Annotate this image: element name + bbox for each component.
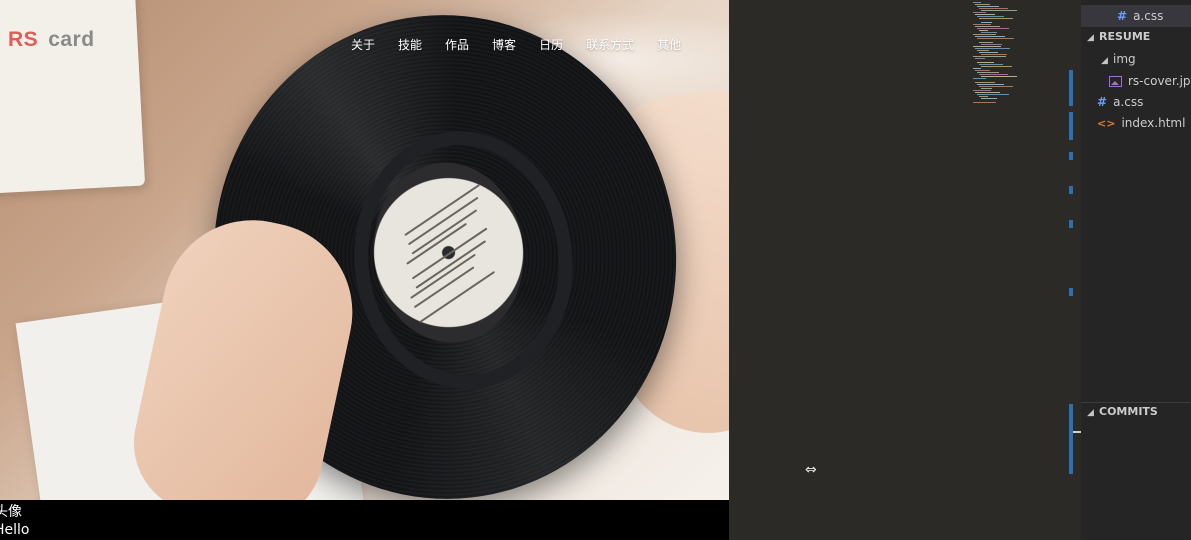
- minimap-line: [975, 36, 1005, 37]
- nav-item-blog[interactable]: 博客: [492, 36, 516, 53]
- minimap-line: [979, 42, 993, 43]
- tree-file-label: a.css: [1113, 95, 1144, 109]
- minimap-line: [981, 66, 1012, 67]
- minimap-line: [973, 78, 986, 79]
- minimap-line: [979, 8, 1008, 9]
- minimap-line: [975, 70, 990, 71]
- css-file-icon: #: [1097, 95, 1108, 109]
- scroll-marker: [1069, 152, 1073, 160]
- section-commits-label: COMMITS: [1099, 405, 1158, 418]
- minimap-line: [979, 64, 1003, 65]
- tree-file-rs-cover[interactable]: rs-cover.jpg: [1081, 70, 1191, 92]
- tree-folder-img[interactable]: ◢ img: [1081, 48, 1191, 70]
- scroll-marker: [1069, 186, 1073, 194]
- chevron-down-icon: ◢: [1101, 56, 1108, 66]
- minimap-line: [977, 94, 1009, 95]
- scrollbar[interactable]: [1069, 0, 1073, 540]
- chevron-down-icon: ◢: [1087, 33, 1094, 43]
- tree-file-a-css[interactable]: # a.css: [1081, 91, 1191, 113]
- html-file-icon: <>: [1097, 117, 1116, 130]
- section-resume-label: RESUME: [1099, 30, 1151, 43]
- code-editor[interactable]: ⇔: [729, 0, 1081, 540]
- explorer-sidebar: #a.css ◢RESUME ◢img rs-cover.jpg #a.css …: [1081, 0, 1191, 540]
- minimap-line: [979, 86, 1013, 87]
- nav-item-other[interactable]: 其他: [657, 36, 681, 53]
- minimap-line: [977, 50, 989, 51]
- logo-card-text: card: [48, 28, 95, 51]
- minimap-line: [979, 30, 988, 31]
- minimap-line: [973, 56, 1006, 57]
- minimap-line: [975, 48, 1010, 49]
- minimap-line: [977, 16, 1004, 17]
- minimap-line: [981, 10, 1017, 11]
- nav-item-skills[interactable]: 技能: [398, 36, 422, 53]
- minimap-line: [981, 88, 992, 89]
- minimap-line: [973, 12, 986, 13]
- image-file-icon: [1109, 76, 1122, 87]
- minimap-line: [975, 4, 990, 5]
- minimap-line: [975, 82, 995, 83]
- minimap-line: [979, 52, 998, 53]
- sash-indicator: [1073, 431, 1081, 433]
- open-editor-label: a.css: [1133, 9, 1164, 23]
- page-body: 头像 Hello: [0, 500, 729, 540]
- hello-text: Hello: [0, 522, 30, 538]
- css-file-icon: #: [1117, 9, 1128, 23]
- minimap-line: [981, 76, 1017, 77]
- scroll-marker: [1069, 112, 1073, 140]
- scroll-marker: [1069, 404, 1073, 474]
- minimap-line: [981, 98, 997, 99]
- minimap-line: [977, 28, 1009, 29]
- minimap-line: [973, 46, 1001, 47]
- nav-item-about[interactable]: 关于: [351, 36, 375, 53]
- scroll-marker: [1069, 220, 1073, 228]
- minimap-line: [981, 44, 1002, 45]
- minimap-line: [975, 14, 995, 15]
- minimap-line: [977, 38, 1014, 39]
- tree-file-index-html[interactable]: <> index.html: [1081, 112, 1191, 134]
- minimap-line: [981, 32, 997, 33]
- minimap-line: [979, 96, 988, 97]
- minimap-line: [973, 68, 981, 69]
- scroll-marker: [1069, 288, 1073, 296]
- logo-rs-text: RS: [8, 28, 39, 51]
- chevron-down-icon: ◢: [1087, 408, 1094, 418]
- minimap-line: [975, 92, 1000, 93]
- hero-cover-image: RS card 关于 技能 作品 博客 日历 联系方式 其他: [0, 0, 729, 500]
- minimap-line: [973, 90, 991, 91]
- avatar-text: 头像: [0, 504, 22, 520]
- browser-preview: RS card 关于 技能 作品 博客 日历 联系方式 其他 头像 Hello: [0, 0, 729, 540]
- tree-file-label: index.html: [1121, 116, 1186, 130]
- tree-file-label: rs-cover.jpg: [1128, 74, 1191, 88]
- section-resume[interactable]: ◢ RESUME: [1081, 26, 1191, 48]
- resize-horizontal-icon: ⇔: [805, 462, 817, 478]
- nav-item-contact[interactable]: 联系方式: [586, 36, 634, 53]
- minimap-line: [977, 72, 999, 73]
- minimap-line: [981, 54, 1007, 55]
- section-commits[interactable]: ◢ COMMITS: [1081, 401, 1191, 423]
- site-logo[interactable]: RS card: [8, 28, 95, 52]
- nav-item-calendar[interactable]: 日历: [539, 36, 563, 53]
- top-nav: 关于 技能 作品 博客 日历 联系方式 其他: [351, 36, 704, 53]
- minimap-line: [973, 2, 981, 3]
- minimap-line: [977, 84, 1004, 85]
- nav-item-works[interactable]: 作品: [445, 36, 469, 53]
- scroll-marker: [1069, 70, 1073, 106]
- minimap-line: [975, 26, 1000, 27]
- minimap-line: [979, 18, 1013, 19]
- minimap[interactable]: [969, 0, 1019, 110]
- minimap-line: [973, 102, 996, 103]
- open-editor-item-a-css[interactable]: # a.css: [1081, 5, 1191, 27]
- minimap-line: [973, 24, 991, 25]
- tree-folder-label: img: [1113, 52, 1136, 66]
- minimap-line: [973, 34, 996, 35]
- minimap-line: [977, 62, 994, 63]
- minimap-line: [979, 74, 1008, 75]
- minimap-line: [977, 6, 999, 7]
- minimap-line: [975, 58, 985, 59]
- minimap-line: [981, 22, 992, 23]
